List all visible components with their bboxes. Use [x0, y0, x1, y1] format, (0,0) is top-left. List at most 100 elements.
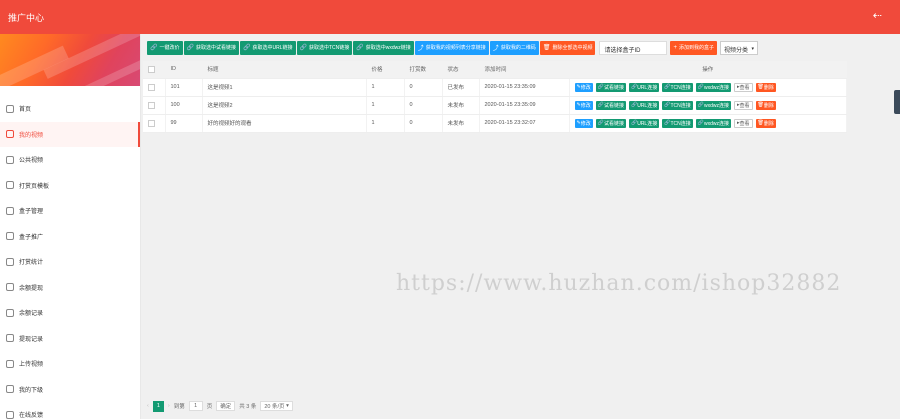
sidebar-item[interactable]: 提现记录	[0, 326, 140, 352]
row-checkbox[interactable]	[143, 96, 166, 115]
sidebar-item[interactable]: 盒子管理	[0, 198, 140, 224]
row-action-button[interactable]: 🔗 TCN连接	[662, 118, 693, 128]
sidebar-item[interactable]: 盒子推广	[0, 224, 140, 250]
row-action-button[interactable]: 🗑 删除	[755, 100, 776, 110]
next-page-icon[interactable]: ›	[168, 403, 170, 409]
table-row: 100 这是视频2 1 0 未发布 2020-01-15 23:35:09 ✎ 修改 🔗 试看链…	[143, 96, 847, 115]
sidebar-item[interactable]: 公共视频	[0, 147, 140, 173]
cell-id: 99	[165, 114, 203, 133]
sidebar-item[interactable]: 我的下级	[0, 377, 140, 403]
cell-title: 好的视频好的观看	[202, 114, 367, 133]
sidebar-item[interactable]: 上传视频	[0, 351, 140, 377]
row-action-label: 试看链接	[603, 120, 624, 127]
row-action-button[interactable]: 🔗 TCN连接	[662, 82, 693, 92]
cell-id: 101	[165, 78, 203, 97]
row-action-button[interactable]: 🔗 试看链接	[595, 100, 626, 110]
withdraw-icon	[6, 334, 14, 343]
category-select[interactable]: 视频分类 ▾	[720, 40, 758, 55]
sidebar-item[interactable]: 打赏统计	[0, 249, 140, 275]
row-action-label: 试看链接	[603, 84, 624, 91]
header-time: 添加时间	[479, 61, 570, 79]
row-action-label: 试看链接	[603, 102, 624, 109]
sidebar-item-label: 我的下级	[19, 387, 44, 394]
toolbar-button-label: 获取选中URL链接	[252, 45, 293, 51]
cell-actions: ✎ 修改 🔗 试看链接 🔗 URL连接 🔗 TCN连接 🔗 wxdwz连接 ▸ 查看 🗑 删除	[569, 78, 847, 97]
row-action-button[interactable]: 🗑 删除	[755, 118, 776, 128]
sidebar-item-label: 首页	[19, 107, 32, 114]
sidebar-item[interactable]: 余额记录	[0, 300, 140, 326]
row-action-button[interactable]: ▸ 查看	[733, 118, 753, 128]
toolbar-button[interactable]: 🔗 获取选中TCN链接	[296, 40, 353, 55]
row-action-button[interactable]: 🔗 wxdwz连接	[695, 118, 731, 128]
chevron-down-icon: ▾	[751, 45, 754, 52]
row-action-button[interactable]: 🔗 试看链接	[595, 118, 626, 128]
toolbar-button[interactable]: 🔗 获取选中wxdwz链接	[353, 40, 414, 55]
cell-time: 2020-01-15 23:35:09	[479, 96, 570, 115]
row-action-button[interactable]: ✎ 修改	[574, 82, 593, 92]
row-action-label: 查看	[739, 120, 750, 127]
video-table: ID 标题 价格 打赏数 状态 添加时间 操作 101 这是视频1 1 0 已发布 202…	[143, 61, 847, 133]
row-action-label: URL连接	[637, 102, 658, 109]
row-action-button[interactable]: 🔗 wxdwz连接	[695, 100, 731, 110]
sidebar-item[interactable]: 在线反馈	[0, 402, 140, 419]
row-action-label: wxdwz连接	[703, 84, 729, 91]
users-icon	[6, 385, 14, 394]
share-icon: ⤴	[417, 46, 424, 52]
trash-icon: 🗑	[542, 45, 551, 51]
row-checkbox[interactable]	[143, 78, 166, 97]
toolbar: 🔗 一键改价 🔗 获取选中试看链接 🔗 获取选中URL链接 🔗 获取选中TCN链接 🔗 获取选中w…	[147, 40, 758, 55]
toolbar-button[interactable]: 🗑 删除全部选中视频	[539, 40, 596, 55]
row-action-label: 修改	[580, 102, 591, 109]
sidebar-item-label: 盒子推广	[19, 234, 44, 241]
row-action-button[interactable]: 🔗 wxdwz连接	[695, 82, 731, 92]
header-status: 状态	[442, 61, 480, 79]
sidebar-item[interactable]: 余额提现	[0, 275, 140, 301]
record-icon	[6, 308, 14, 317]
side-panel-tab[interactable]	[894, 90, 900, 114]
row-action-label: 删除	[763, 84, 774, 91]
sidebar-item[interactable]: 打赏页模板	[0, 173, 140, 199]
box-id-input[interactable]: 请选择盒子ID	[599, 40, 668, 55]
star-icon	[6, 155, 14, 164]
arrow-left-icon[interactable]: ⇠	[873, 9, 882, 22]
toolbar-button[interactable]: ⤴ 获取我的二维码	[489, 40, 539, 55]
toolbar-button[interactable]: 🔗 获取选中URL链接	[240, 40, 296, 55]
goto-confirm-button[interactable]: 确定	[216, 401, 236, 411]
row-action-button[interactable]: ✎ 修改	[574, 100, 593, 110]
row-action-button[interactable]: 🔗 URL连接	[628, 82, 660, 92]
row-action-button[interactable]: 🗑 删除	[755, 82, 776, 92]
row-action-button[interactable]: 🔗 TCN连接	[662, 100, 693, 110]
goto-page-input[interactable]: 1	[188, 401, 203, 411]
row-action-button[interactable]: ▸ 查看	[733, 100, 753, 110]
cell-price: 1	[366, 96, 405, 115]
sidebar: 首页我的视频公共视频打赏页模板 盒子管理盒子推广打赏统计 余额提现 余额记录提现记录上…	[0, 34, 141, 419]
sidebar-item-label: 在线反馈	[19, 413, 44, 419]
prev-page-icon[interactable]: ‹	[147, 403, 149, 409]
sidebar-item[interactable]: 首页	[0, 96, 140, 122]
row-action-button[interactable]: ✎ 修改	[574, 118, 593, 128]
toolbar-button-label: 一键改价	[159, 45, 180, 51]
cell-time: 2020-01-15 23:35:09	[479, 78, 570, 97]
header-actions: 操作	[569, 61, 847, 79]
row-action-button[interactable]: ▸ 查看	[733, 82, 753, 92]
wallet-icon	[6, 283, 14, 292]
header-title: 标题	[202, 61, 367, 79]
cell-rewards: 0	[404, 96, 443, 115]
upload-icon	[6, 359, 14, 368]
row-checkbox[interactable]	[143, 114, 166, 133]
row-action-button[interactable]: 🔗 URL连接	[628, 100, 660, 110]
toolbar-button[interactable]: 🔗 获取选中试看链接	[183, 40, 239, 55]
header-checkbox[interactable]	[143, 61, 166, 79]
page-size-select[interactable]: 20 条/页 ▾	[260, 401, 293, 411]
sidebar-item[interactable]: 我的视频	[0, 121, 140, 147]
row-action-button[interactable]: 🔗 试看链接	[595, 82, 626, 92]
sidebar-item-label: 提现记录	[19, 336, 44, 343]
toolbar-button[interactable]: ⤴ 获取我的视频列表分享链接	[414, 40, 489, 55]
table-row: 101 这是视频1 1 0 已发布 2020-01-15 23:35:09 ✎ 修改 🔗 试看链…	[143, 78, 847, 97]
row-action-button[interactable]: 🔗 URL连接	[628, 118, 660, 128]
sidebar-item-label: 公共视频	[19, 158, 44, 165]
table-header-row: ID 标题 价格 打赏数 状态 添加时间 操作	[143, 61, 847, 79]
add-to-box-button[interactable]: + 添加到我的盒子	[670, 40, 717, 55]
toolbar-button[interactable]: 🔗 一键改价	[147, 40, 183, 55]
current-page[interactable]: 1	[152, 400, 164, 412]
